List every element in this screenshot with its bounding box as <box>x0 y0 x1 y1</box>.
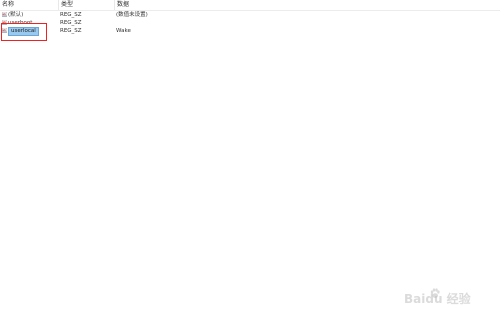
registry-value-pane: 名称 类型 数据 ab (默认) REG_SZ (数值未设置) ab userb… <box>0 0 500 327</box>
column-header-name[interactable]: 名称 <box>0 0 59 10</box>
reg-string-icon: ab <box>2 11 7 17</box>
annotation-highlight-box <box>1 23 47 41</box>
column-header-type[interactable]: 类型 <box>59 0 115 10</box>
paw-logo-icon <box>430 288 440 298</box>
value-type: REG_SZ <box>60 28 82 34</box>
baidu-jingyan-watermark: Baidu 经验 <box>396 287 471 309</box>
registry-value-row-userlocal[interactable]: ab userlocal REG_SZ Wake <box>0 27 500 36</box>
value-data: Wake <box>116 28 131 34</box>
svg-text:ab: ab <box>2 12 6 16</box>
column-header-data[interactable]: 数据 <box>115 0 500 10</box>
column-header: 名称 类型 数据 <box>0 0 500 11</box>
